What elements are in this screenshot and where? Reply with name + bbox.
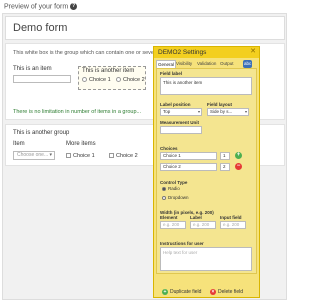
field-layout-select[interactable]: Side by s... ▾ (207, 108, 249, 116)
checkbox-icon (109, 153, 114, 159)
help-icon[interactable]: ? (70, 3, 78, 10)
width-label-input[interactable]: e.g. 200 (190, 221, 216, 229)
instructions-title: Instructions for user (160, 241, 204, 246)
measurement-unit-title: Measurement Unit (160, 120, 200, 125)
chevron-down-icon: ▾ (197, 109, 200, 114)
add-choice-icon[interactable]: + (235, 152, 242, 159)
choice-label-input[interactable]: Choice 2 (160, 163, 217, 171)
tab-output[interactable]: Output (219, 60, 235, 68)
width-element-title: Element (160, 215, 178, 220)
remove-choice-icon[interactable]: − (235, 163, 242, 170)
preview-title: Preview of your form? (4, 3, 78, 11)
close-icon[interactable]: ✕ (249, 48, 257, 56)
delete-icon: × (210, 288, 216, 295)
field-label-title: Field label (160, 71, 183, 76)
panel-body: Field label This is another item Label p… (156, 68, 257, 274)
chevron-down-icon: ▾ (244, 109, 247, 114)
radio-icon (116, 77, 121, 83)
choice-value-input[interactable]: 2 (220, 163, 230, 171)
radio-choice-1[interactable]: Choice 1 (82, 77, 111, 83)
selected-item[interactable]: This is another item Choice 1 Choice 2 (78, 66, 146, 90)
tab-general[interactable]: General (156, 60, 177, 68)
delete-field-button[interactable]: × Delete field (210, 287, 243, 298)
top-bar: Preview of your form? (0, 0, 289, 14)
radio-choice-2[interactable]: Choice 2 (116, 77, 145, 83)
field-label-input[interactable]: This is another item (160, 77, 252, 95)
tab-more[interactable]: abc (243, 60, 253, 68)
limitation-note: There is no limitation in number of item… (13, 109, 142, 115)
choice-label-input[interactable]: Choice 1 (160, 152, 217, 160)
control-type-title: Control Type (160, 180, 188, 185)
width-input-title: Input field (220, 215, 242, 220)
chevron-down-icon: ▾ (49, 152, 52, 158)
radio-icon (82, 77, 87, 83)
item-dropdown[interactable]: Choose one... ▾ (13, 151, 55, 160)
instructions-textarea[interactable]: Help text for user (160, 247, 252, 271)
panel-footer: + Duplicate field × Delete field (154, 287, 259, 298)
item-text-input[interactable] (13, 75, 71, 83)
checkbox-choice-2[interactable]: Choice 2 (109, 153, 138, 159)
field-layout-title: Field layout (207, 102, 233, 107)
duplicate-field-button[interactable]: + Duplicate field (162, 287, 201, 298)
item-label: This is an item (13, 66, 52, 72)
settings-tabs: General Visibility Validation Output abc (156, 60, 257, 68)
label-position-select[interactable]: Top ▾ (160, 108, 202, 116)
radio-selected-icon (162, 186, 166, 191)
control-type-dropdown[interactable]: Dropdown (162, 195, 189, 200)
form-header[interactable]: Demo form (5, 16, 285, 40)
panel-title: DEMO2 Settings (158, 49, 207, 56)
panel-header[interactable]: DEMO2 Settings ✕ (154, 47, 259, 58)
measurement-unit-input[interactable] (160, 126, 202, 134)
group2-title: This is another group (13, 130, 70, 136)
width-inputfield-input[interactable]: e.g. 200 (220, 221, 246, 229)
label-position-title: Label position (160, 102, 191, 107)
width-label-title: Label (190, 215, 202, 220)
more-items-label: More items (66, 141, 96, 147)
checkbox-choice-1[interactable]: Choice 1 (66, 153, 95, 159)
settings-panel: DEMO2 Settings ✕ General Visibility Vali… (153, 46, 260, 298)
tab-visibility[interactable]: Visibility (175, 60, 193, 68)
form-title: Demo form (13, 22, 68, 34)
choice-value-input[interactable]: 1 (220, 152, 230, 160)
selected-item-label: This is another item (82, 68, 135, 74)
control-type-radio[interactable]: Radio (162, 186, 180, 191)
width-element-input[interactable]: e.g. 200 (160, 221, 186, 229)
duplicate-icon: + (162, 288, 168, 295)
choices-title: Choices (160, 146, 178, 151)
radio-icon (162, 195, 166, 200)
checkbox-icon (66, 153, 71, 159)
tab-validation[interactable]: Validation (196, 60, 217, 68)
item-dropdown-label: Item (13, 141, 25, 147)
